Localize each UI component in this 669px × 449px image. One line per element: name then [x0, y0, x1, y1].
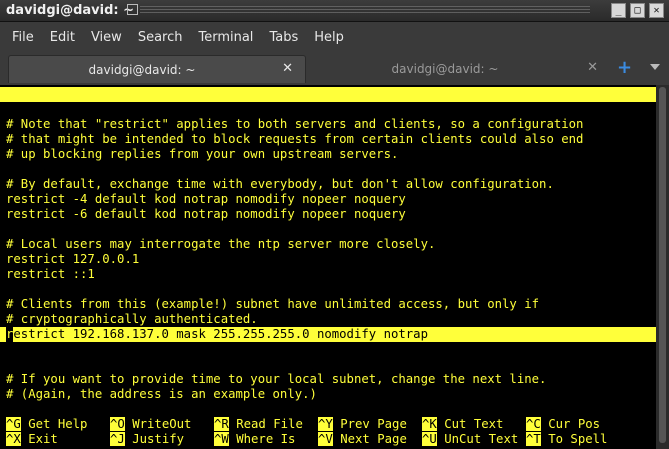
shortcut-hint: ^Y Prev Page	[318, 417, 407, 432]
new-tab-icon[interactable]: +	[617, 57, 632, 78]
shortcut-key: ^Y	[318, 417, 333, 431]
shortcut-label: Next Page	[340, 432, 407, 446]
shortcut-hint: ^W Where Is	[214, 432, 295, 447]
maximize-button[interactable]: □	[630, 3, 645, 18]
tab-list-chevron-icon[interactable]	[650, 64, 660, 70]
shortcut-hint: ^G Get Help	[6, 417, 87, 432]
tab-1[interactable]: davidgi@david: ~ ✕	[8, 55, 306, 83]
close-tab-icon[interactable]: ✕	[587, 60, 598, 75]
tab-label: davidgi@david: ~	[391, 62, 499, 76]
shortcut-key: ^O	[110, 417, 125, 431]
shortcut-key: ^V	[318, 432, 333, 446]
window-title: davidgi@david: ~	[6, 3, 135, 18]
menu-search[interactable]: Search	[130, 30, 191, 45]
editor-line[interactable]: restrict 127.0.0.1	[0, 252, 656, 267]
terminal-scrollbar[interactable]	[656, 85, 669, 449]
editor-line-text: estrict 192.168.137.0 mask 255.255.255.0…	[13, 327, 428, 341]
editor-line[interactable]	[0, 102, 656, 117]
menu-help[interactable]: Help	[306, 30, 352, 45]
shortcut-label: Exit	[28, 432, 58, 446]
editor-line[interactable]: # (Again, the address is an example only…	[0, 387, 656, 402]
shortcut-hint: ^V Next Page	[318, 432, 407, 447]
menu-tabs[interactable]: Tabs	[261, 30, 306, 45]
editor-line[interactable]: # Local users may interrogate the ntp se…	[0, 237, 656, 252]
shortcut-key: ^U	[422, 432, 437, 446]
shortcut-hint: ^R Read File	[214, 417, 303, 432]
close-tab-icon[interactable]: ✕	[282, 61, 293, 76]
shortcut-hint: ^T To Spell	[526, 432, 607, 447]
editor-line[interactable]	[0, 222, 656, 237]
pin-icon[interactable]	[127, 4, 138, 15]
nano-header: GNU nano 2.2.6 File: /etc/ntp.conf	[0, 87, 656, 131]
menu-terminal[interactable]: Terminal	[190, 30, 261, 45]
menu-edit[interactable]: Edit	[42, 30, 83, 45]
shortcut-hint: ^C Cur Pos	[526, 417, 600, 432]
editor-line-highlighted[interactable]: restrict 192.168.137.0 mask 255.255.255.…	[0, 327, 656, 342]
shortcut-hint: ^U UnCut Text	[422, 432, 518, 447]
editor-line[interactable]	[0, 357, 656, 372]
editor-line[interactable]: # If you want to provide time to your lo…	[0, 372, 656, 387]
editor-line[interactable]: restrict ::1	[0, 267, 656, 282]
shortcut-key: ^C	[526, 417, 541, 431]
shortcut-key: ^W	[214, 432, 229, 446]
editor-line[interactable]: # cryptographically authenticated.	[0, 312, 656, 327]
editor-line[interactable]: # Clients from this (example!) subnet ha…	[0, 297, 656, 312]
shortcut-key: ^R	[214, 417, 229, 431]
menu-bar: File Edit View Search Terminal Tabs Help	[0, 22, 669, 52]
tab-bar: davidgi@david: ~ ✕ davidgi@david: ~ ✕	[0, 52, 669, 85]
titlebar-grip	[140, 6, 590, 15]
minimize-button[interactable]: _	[611, 3, 626, 18]
shortcut-key: ^X	[6, 432, 21, 446]
scrollbar-thumb[interactable]	[659, 87, 666, 443]
terminal-view[interactable]: GNU nano 2.2.6 File: /etc/ntp.conf # Not…	[0, 85, 656, 449]
window-titlebar[interactable]: davidgi@david: ~ _ □ ✕	[0, 0, 669, 22]
editor-line[interactable]: # up blocking replies from your own upst…	[0, 147, 656, 162]
shortcut-label: Justify	[132, 432, 185, 446]
tab-label: davidgi@david: ~	[88, 63, 196, 77]
editor-line[interactable]: restrict -4 default kod notrap nomodify …	[0, 192, 656, 207]
shortcut-label: Cut Text	[444, 417, 504, 431]
menu-file[interactable]: File	[4, 30, 42, 45]
shortcut-key: ^K	[422, 417, 437, 431]
shortcut-label: WriteOut	[132, 417, 192, 431]
editor-line[interactable]: restrict -6 default kod notrap nomodify …	[0, 207, 656, 222]
shortcut-label: Read File	[236, 417, 303, 431]
shortcut-key: ^G	[6, 417, 21, 431]
shortcut-key: ^J	[110, 432, 125, 446]
shortcut-hint: ^K Cut Text	[422, 417, 503, 432]
shortcut-label: Where Is	[236, 432, 296, 446]
tab-2[interactable]: davidgi@david: ~ ✕	[310, 55, 610, 83]
shortcut-hint: ^J Justify	[110, 432, 184, 447]
shortcut-label: Get Help	[28, 417, 88, 431]
editor-line[interactable]	[0, 162, 656, 177]
editor-line[interactable]: # that might be intended to block reques…	[0, 132, 656, 147]
shortcut-label: To Spell	[548, 432, 608, 446]
shortcut-hint: ^O WriteOut	[110, 417, 191, 432]
shortcut-key: ^T	[526, 432, 541, 446]
editor-line[interactable]	[0, 342, 656, 357]
shortcut-label: Prev Page	[340, 417, 407, 431]
shortcut-hint: ^X Exit	[6, 432, 58, 447]
editor-line[interactable]: # Note that "restrict" applies to both s…	[0, 117, 656, 132]
shortcut-label: Cur Pos	[548, 417, 601, 431]
editor-line[interactable]	[0, 282, 656, 297]
shortcut-label: UnCut Text	[444, 432, 519, 446]
menu-view[interactable]: View	[83, 30, 130, 45]
close-button[interactable]: ✕	[649, 3, 664, 18]
editor-line[interactable]: # By default, exchange time with everybo…	[0, 177, 656, 192]
